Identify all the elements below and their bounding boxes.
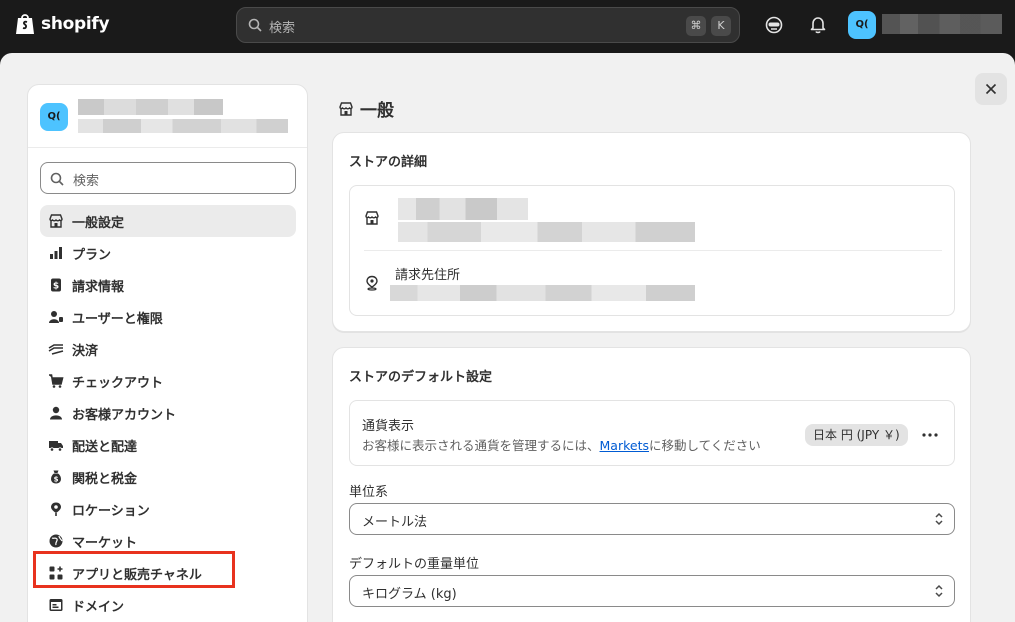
sidebar-item-label: プラン xyxy=(72,247,112,263)
account-name-redacted[interactable] xyxy=(882,14,1002,34)
sidebar-item-label: 決済 xyxy=(72,343,99,359)
sidebar-item-customer-accounts[interactable]: お客様アカウント xyxy=(40,397,296,429)
shortcut-cmd-key: ⌘ xyxy=(686,16,706,36)
markets-link[interactable]: Markets xyxy=(600,438,649,453)
sidebar-item-label: 請求情報 xyxy=(72,279,125,295)
sidebar-item-checkout[interactable]: チェックアウト xyxy=(40,365,296,397)
sidekick-icon[interactable] xyxy=(765,16,783,34)
close-button[interactable] xyxy=(975,73,1007,105)
currency-display-box: 通貨表示 お客様に表示される通貨を管理するには、Marketsに移動してください… xyxy=(349,400,955,466)
store-details-box[interactable]: 請求先住所 xyxy=(349,185,955,316)
billing-address-label: 請求先住所 xyxy=(395,268,461,283)
unit-system-value: メートル法 xyxy=(362,515,428,530)
top-bar: shopify 検索 ⌘ K Q( xyxy=(0,0,1015,52)
svg-text:$: $ xyxy=(53,282,59,292)
highlight-box xyxy=(33,551,235,588)
globe-icon xyxy=(47,532,65,550)
currency-display-description: お客様に表示される通貨を管理するには、Marketsに移動してください xyxy=(362,435,761,454)
payments-icon xyxy=(47,340,65,358)
store-contact-redacted xyxy=(398,222,695,242)
search-icon xyxy=(50,172,64,186)
person-icon xyxy=(47,404,65,422)
more-actions-button[interactable] xyxy=(918,423,942,447)
page-title-text: 一般 xyxy=(360,101,394,121)
billing-icon: $ xyxy=(47,276,65,294)
sidebar-item-billing[interactable]: $ 請求情報 xyxy=(40,269,296,301)
users-icon xyxy=(47,308,65,326)
logo-text: shopify xyxy=(41,14,110,34)
truck-icon xyxy=(47,436,65,454)
store-details-card: ストアの詳細 請求先住所 xyxy=(332,132,971,332)
select-chevron-icon xyxy=(935,584,943,598)
sidebar-item-payments[interactable]: 決済 xyxy=(40,333,296,365)
sidebar-item-label: チェックアウト xyxy=(72,375,164,391)
plan-chart-icon xyxy=(47,244,65,262)
store-icon xyxy=(339,101,353,116)
page-title: 一般 xyxy=(338,96,394,121)
settings-search-input[interactable]: 検索 xyxy=(40,162,296,194)
search-icon xyxy=(248,18,262,32)
store-icon xyxy=(365,211,379,225)
search-placeholder: 検索 xyxy=(73,174,100,189)
sidebar-item-shipping[interactable]: 配送と配達 xyxy=(40,429,296,461)
billing-address-redacted xyxy=(390,285,695,301)
shortcut-k-key: K xyxy=(711,16,731,36)
store-name-redacted xyxy=(78,99,223,115)
weight-unit-value: キログラム (kg) xyxy=(362,587,457,602)
tax-bag-icon: $ xyxy=(47,468,65,486)
currency-desc-text: お客様に表示される通貨を管理するには、 xyxy=(362,438,600,453)
sidebar-item-locations[interactable]: ロケーション xyxy=(40,493,296,525)
sidebar-item-label: 一般設定 xyxy=(72,215,125,231)
store-avatar: Q( xyxy=(40,103,68,131)
divider xyxy=(28,147,307,148)
sidebar-item-label: 配送と配達 xyxy=(72,439,138,455)
cart-icon xyxy=(47,372,65,390)
store-url-redacted xyxy=(78,119,288,133)
sidebar-item-label: 関税と税金 xyxy=(72,471,138,487)
location-icon xyxy=(47,500,65,518)
svg-text:$: $ xyxy=(54,476,59,484)
weight-unit-select[interactable]: キログラム (kg) xyxy=(349,575,955,607)
sidebar-item-label: ロケーション xyxy=(72,503,150,519)
shopify-bag-icon xyxy=(16,14,34,34)
card-title: ストアのデフォルト設定 xyxy=(349,370,493,385)
account-avatar[interactable]: Q( xyxy=(848,11,876,39)
ellipsis-icon xyxy=(922,433,938,437)
currency-desc-text-end: に移動してください xyxy=(649,438,761,453)
sidebar-item-duties-taxes[interactable]: $ 関税と税金 xyxy=(40,461,296,493)
settings-sidebar: Q( 検索 一般設定 プラン $ 請求情報 ユーザーと権限 決済 チェックアウト… xyxy=(27,84,308,622)
divider xyxy=(364,250,942,251)
sidebar-item-label: ドメイン xyxy=(72,599,125,615)
unit-system-label: 単位系 xyxy=(349,485,389,500)
card-title: ストアの詳細 xyxy=(349,155,428,170)
shopify-logo[interactable]: shopify xyxy=(14,12,110,36)
sidebar-item-users[interactable]: ユーザーと権限 xyxy=(40,301,296,333)
settings-panel: Q( 検索 一般設定 プラン $ 請求情報 ユーザーと権限 決済 チェックアウト… xyxy=(0,53,1015,622)
search-placeholder: 検索 xyxy=(269,21,296,36)
close-icon xyxy=(985,83,997,95)
currency-badge: 日本 円 (JPY ￥) xyxy=(805,424,908,446)
domain-icon xyxy=(47,596,65,614)
sidebar-item-label: ユーザーと権限 xyxy=(72,311,163,327)
sidebar-item-plan[interactable]: プラン xyxy=(40,237,296,269)
currency-display-label: 通貨表示 xyxy=(362,419,415,434)
sidebar-item-domains[interactable]: ドメイン xyxy=(40,589,296,621)
location-pin-icon xyxy=(366,275,378,291)
bell-icon[interactable] xyxy=(810,16,826,34)
global-search-input[interactable]: 検索 ⌘ K xyxy=(236,7,740,43)
sidebar-item-general[interactable]: 一般設定 xyxy=(40,205,296,237)
sidebar-item-label: お客様アカウント xyxy=(72,407,177,423)
store-defaults-card: ストアのデフォルト設定 通貨表示 お客様に表示される通貨を管理するには、Mark… xyxy=(332,347,971,622)
store-name-redacted xyxy=(398,198,528,220)
sidebar-item-label: マーケット xyxy=(72,535,138,551)
select-chevron-icon xyxy=(935,512,943,526)
unit-system-select[interactable]: メートル法 xyxy=(349,503,955,535)
weight-unit-label: デフォルトの重量単位 xyxy=(349,557,480,572)
store-icon xyxy=(47,212,65,230)
